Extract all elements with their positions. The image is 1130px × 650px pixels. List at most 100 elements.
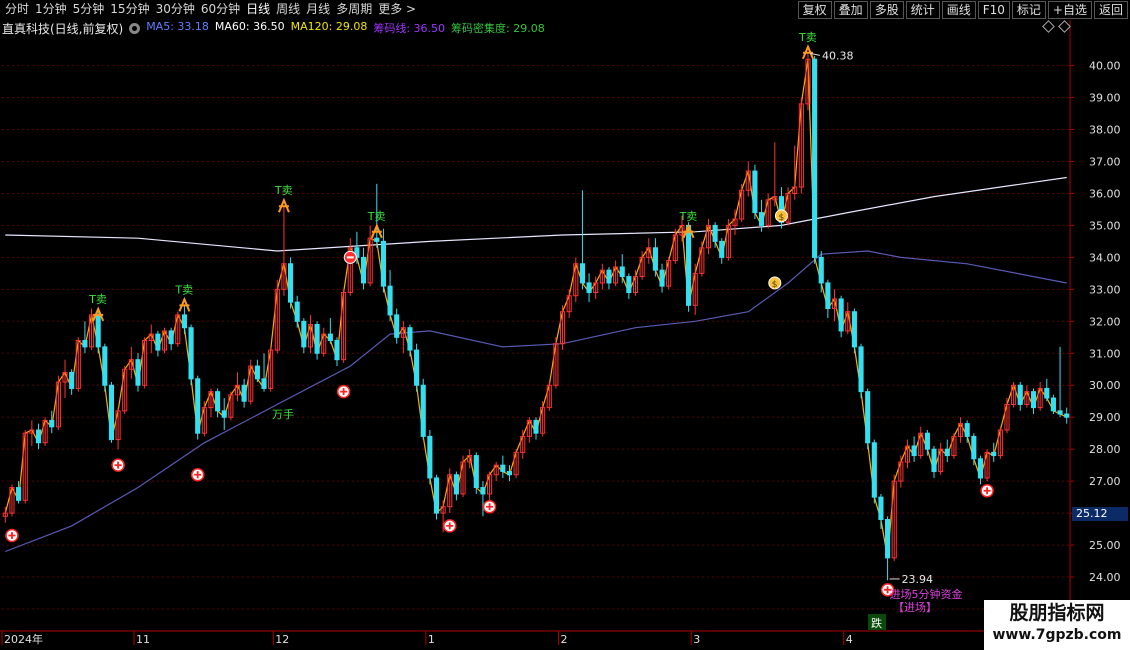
candle-body-59 — [394, 314, 400, 338]
tool-button-3[interactable]: 统计 — [905, 1, 940, 19]
y-tick-label-9: 32.00 — [1089, 315, 1121, 328]
low-price-label: 23.94 — [902, 573, 934, 586]
candle-body-14 — [95, 314, 101, 348]
y-tick-label-17: 40.00 — [1089, 60, 1121, 73]
candle-body-25 — [168, 330, 174, 345]
candle-body-54 — [360, 256, 367, 284]
tool-button-0[interactable]: 复权 — [797, 1, 832, 19]
sell-signal-label-5: T卖 — [798, 31, 817, 44]
candle-body-58 — [387, 285, 393, 316]
candle-body-87 — [579, 263, 585, 284]
tool-button-7[interactable]: +自选 — [1047, 1, 1092, 19]
candle-body-88 — [586, 282, 592, 294]
candle-body-140 — [931, 448, 937, 473]
candle-body-158 — [1050, 397, 1056, 412]
period-tab-7[interactable]: 周线 — [273, 1, 303, 18]
y-tick-label-5: 28.00 — [1089, 443, 1121, 456]
tool-buttons: 复权 叠加 多股 统计 画线 F10 标记 +自选 返回 — [796, 1, 1128, 19]
candle-body-47 — [314, 324, 320, 354]
candle-body-122 — [812, 58, 818, 258]
candle-body-39 — [261, 378, 267, 389]
legend-items: MA5: 33.18 MA60: 36.50 MA120: 29.08 筹码线: 36… — [146, 20, 551, 36]
period-tab-0[interactable]: 分时 — [2, 1, 32, 18]
candle-body-146 — [971, 435, 977, 460]
legend-item-1: MA60: 36.50 — [214, 20, 285, 33]
candle-body-28 — [188, 327, 194, 380]
legend-item-3: 筹码线: 36.50 — [373, 22, 446, 35]
candle-body-149 — [991, 451, 997, 457]
candlestick-chart[interactable]: 23.0024.0025.0026.0027.0028.0029.0030.00… — [0, 0, 1130, 650]
low-note-label: 进场5分钟资金 — [890, 587, 963, 601]
y-tick-label-16: 39.00 — [1089, 92, 1121, 105]
y-tick-label-11: 34.00 — [1089, 251, 1121, 264]
period-tab-9[interactable]: 多周期 — [333, 1, 375, 18]
candle-body-153 — [1017, 384, 1023, 405]
tool-button-2[interactable]: 多股 — [869, 1, 904, 19]
tool-button-6[interactable]: 标记 — [1011, 1, 1046, 19]
candle-body-107 — [712, 224, 718, 242]
period-tab-10[interactable]: 更多 > — [375, 1, 419, 18]
candle-body-99 — [659, 269, 665, 287]
candle-body-50 — [334, 339, 340, 361]
x-tick-label-0: 2024年 — [4, 632, 43, 646]
candle-body-23 — [155, 333, 161, 351]
candle-body-113 — [752, 170, 758, 214]
candle-body-133 — [885, 519, 891, 559]
candle-body-142 — [944, 448, 950, 457]
candle-body-49 — [327, 333, 333, 341]
candle-body-61 — [407, 327, 413, 351]
candle-body-94 — [626, 276, 632, 294]
x-tick-label-3: 1 — [428, 633, 435, 646]
top-toolbar: 分时 1分钟 5分钟 15分钟 30分钟 60分钟 日线 周线 月线 多周期 更多 > 复权 叠加 多股… — [0, 0, 1130, 19]
y-tick-label-4: 27.00 — [1089, 475, 1121, 488]
y-tick-label-12: 35.00 — [1089, 219, 1121, 232]
candle-body-65 — [433, 477, 440, 514]
candle-body-12 — [82, 339, 88, 348]
settings-gear-icon[interactable] — [129, 22, 141, 34]
period-tab-4[interactable]: 30分钟 — [153, 1, 198, 18]
candle-body-43 — [288, 263, 294, 303]
candle-body-129 — [858, 346, 864, 393]
sell-signal-label-1: T卖 — [174, 283, 193, 296]
watermark-url: www.7gpzb.com — [992, 627, 1122, 643]
high-price-label: 40.38 — [822, 49, 854, 62]
candle-body-16 — [108, 384, 115, 441]
sell-signal-label-0: T卖 — [88, 293, 107, 306]
candle-body-68 — [453, 474, 459, 495]
candle-body-29 — [195, 378, 201, 434]
legend-item-2: MA120: 29.08 — [290, 20, 368, 33]
tool-button-4[interactable]: 画线 — [941, 1, 976, 19]
candle-body-2 — [16, 487, 22, 501]
candle-body-72 — [480, 487, 486, 495]
indicator-legend: 直真科技(日线,前复权) MA5: 33.18 MA60: 36.50 MA120:… — [2, 20, 551, 36]
period-tab-3[interactable]: 15分钟 — [107, 1, 152, 18]
ma-white-line — [5, 176, 1067, 252]
money-bag-symbol-1: $ — [778, 213, 784, 223]
period-tab-2[interactable]: 5分钟 — [70, 1, 108, 18]
legend-item-4: 筹码密集度: 29.08 — [451, 22, 545, 35]
tool-button-1[interactable]: 叠加 — [833, 1, 868, 19]
period-tab-8[interactable]: 月线 — [303, 1, 333, 18]
wanshou-label: 万手 — [272, 407, 294, 421]
candle-body-160 — [1064, 413, 1070, 418]
money-bag-symbol-0: $ — [772, 280, 778, 290]
tool-button-5[interactable]: F10 — [977, 1, 1010, 19]
y-tick-label-14: 37.00 — [1089, 155, 1121, 168]
candle-body-5 — [35, 429, 42, 444]
candle-body-159 — [1057, 410, 1063, 415]
stock-title: 直真科技(日线,前复权) — [2, 21, 124, 36]
candle-body-139 — [924, 432, 930, 450]
x-tick-label-4: 2 — [561, 633, 568, 646]
y-tick-label-13: 36.00 — [1089, 187, 1121, 200]
candle-body-15 — [102, 346, 108, 386]
tool-button-8[interactable]: 返回 — [1093, 1, 1128, 19]
period-tab-6[interactable]: 日线 — [243, 1, 273, 18]
y-tick-label-1: 24.00 — [1089, 571, 1121, 584]
candle-body-80 — [533, 419, 539, 434]
period-tab-1[interactable]: 1分钟 — [32, 1, 70, 18]
candle-body-145 — [964, 423, 970, 437]
period-tab-5[interactable]: 60分钟 — [198, 1, 243, 18]
y-tick-label-8: 31.00 — [1089, 347, 1121, 360]
x-tick-label-1: 11 — [136, 633, 150, 646]
current-price-tag: 25.12 — [1072, 507, 1128, 521]
